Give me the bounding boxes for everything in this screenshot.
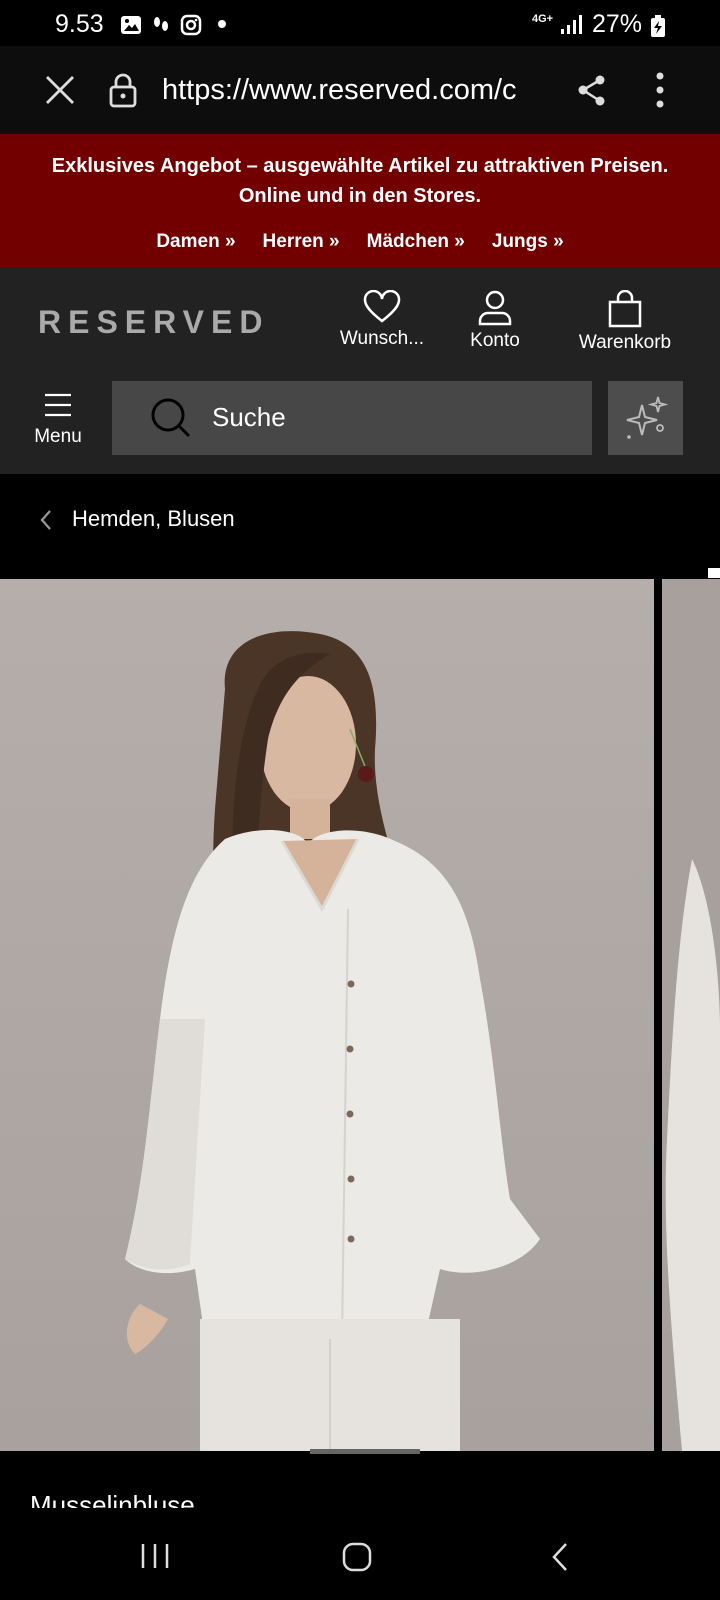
search-row: Menu Suche (0, 374, 720, 474)
chevron-left-icon[interactable] (38, 508, 54, 537)
model-photo-illustration (125, 631, 540, 1451)
notification-dot-icon (218, 20, 226, 28)
url-field[interactable]: https://www.reserved.com/c (162, 74, 548, 107)
battery-charging-icon (650, 15, 666, 42)
cart-button[interactable]: Warenkorb (566, 290, 684, 354)
image-scroll-indicator (310, 1449, 420, 1454)
promo-link-maedchen[interactable]: Mädchen » (367, 231, 465, 253)
wishlist-button[interactable]: Wunsch... (330, 290, 434, 350)
gallery-icon (120, 14, 142, 36)
promo-link-jungs[interactable]: Jungs » (492, 231, 564, 253)
next-product-image[interactable] (662, 579, 720, 1451)
steps-icon (150, 14, 172, 36)
signal-icon (560, 14, 584, 41)
search-icon (150, 397, 192, 444)
status-bar: 9.53 4G+ 27% (0, 0, 720, 50)
more-options-icon[interactable] (652, 72, 668, 113)
heart-icon (363, 290, 401, 323)
close-tab-button[interactable] (44, 74, 76, 111)
recent-apps-button[interactable] (140, 1542, 170, 1575)
menu-label: Menu (34, 426, 82, 447)
account-button[interactable]: Konto (460, 290, 530, 352)
status-time: 9.53 (55, 10, 104, 38)
promo-link-damen[interactable]: Damen » (156, 231, 235, 253)
next-image-preview (665, 859, 720, 1451)
ai-search-button[interactable] (608, 381, 683, 455)
page-edge-marker (708, 568, 720, 578)
system-navigation-bar (0, 1508, 720, 1600)
lock-icon[interactable] (108, 72, 138, 113)
site-logo[interactable]: RESERVED (38, 304, 269, 341)
breadcrumb[interactable]: Hemden, Blusen (0, 474, 720, 578)
site-header: RESERVED Wunsch... Konto Warenkorb (0, 268, 720, 374)
promo-link-herren[interactable]: Herren » (263, 231, 340, 253)
cart-label: Warenkorb (578, 332, 672, 353)
battery-percent: 27% (592, 10, 643, 38)
share-icon[interactable] (576, 74, 608, 111)
search-placeholder: Suche (212, 402, 286, 432)
promo-banner: Exklusives Angebot – ausgewählte Artikel… (0, 134, 720, 268)
product-image[interactable] (0, 579, 654, 1451)
home-button[interactable] (342, 1542, 372, 1577)
promo-links: Damen » Herren » Mädchen » Jungs » (0, 231, 720, 253)
bag-icon (608, 290, 642, 328)
user-icon (478, 290, 512, 326)
search-input[interactable]: Suche (112, 381, 592, 455)
instagram-icon (180, 14, 202, 36)
account-label: Konto (470, 330, 520, 351)
menu-button[interactable]: Menu (26, 392, 90, 448)
back-button[interactable] (550, 1542, 570, 1577)
network-type: 4G+ (532, 13, 554, 25)
browser-toolbar: https://www.reserved.com/c (0, 46, 720, 135)
wishlist-label: Wunsch... (339, 328, 425, 349)
sparkle-icon (624, 395, 669, 446)
breadcrumb-label[interactable]: Hemden, Blusen (72, 506, 235, 532)
hamburger-icon (45, 393, 71, 417)
promo-text: Exklusives Angebot – ausgewählte Artikel… (51, 155, 669, 207)
